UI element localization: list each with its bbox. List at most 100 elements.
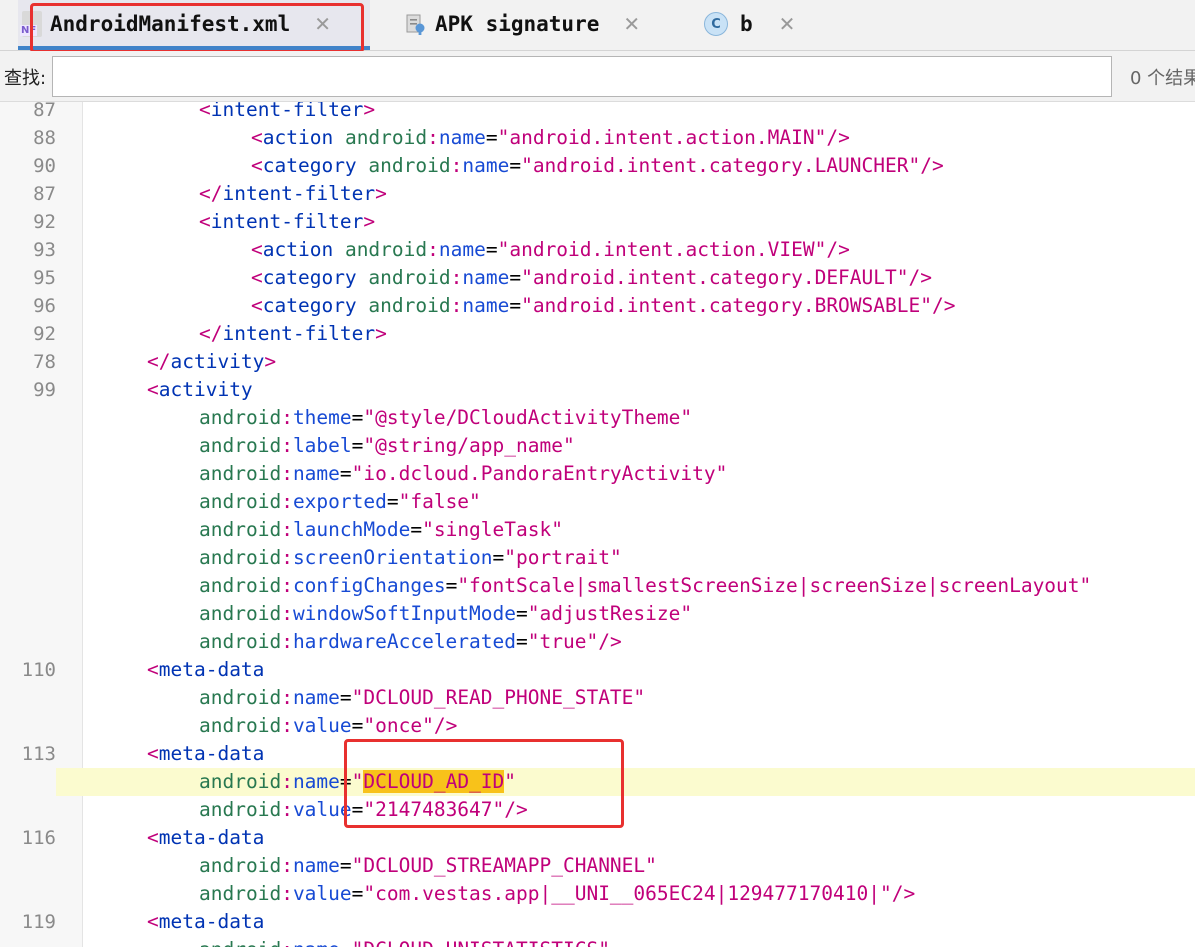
code-line[interactable]: 78 </activity> <box>0 348 1195 376</box>
code-line[interactable]: android:name="DCLOUD_STREAMAPP_CHANNEL" <box>0 852 1195 880</box>
code-token: : <box>427 238 439 261</box>
code-token: : <box>281 462 293 485</box>
code-line[interactable]: 113 <meta-data <box>0 740 1195 768</box>
code-line[interactable]: android:value="2147483647"/> <box>0 796 1195 824</box>
code-token: : <box>281 630 293 653</box>
code-line[interactable]: android:exported="false" <box>0 488 1195 516</box>
code-line[interactable]: 87 </intent-filter> <box>0 180 1195 208</box>
code-token: "DCLOUD_UNISTATISTICS" <box>352 938 610 947</box>
code-token: theme <box>292 406 352 429</box>
code-token: : <box>281 882 293 905</box>
code-line[interactable]: 116 <meta-data <box>0 824 1195 852</box>
tab-b[interactable]: C b ✕ <box>704 0 804 48</box>
code-line[interactable]: 96 <category android:name="android.intent… <box>0 292 1195 320</box>
code-token: /> <box>598 630 622 653</box>
code-token: = <box>410 518 423 541</box>
code-token: > <box>375 322 387 345</box>
code-line[interactable]: android:label="@string/app_name" <box>0 432 1195 460</box>
code-line[interactable]: android:windowSoftInputMode="adjustResiz… <box>0 600 1195 628</box>
line-number: 88 <box>33 127 56 149</box>
code-line[interactable]: 93 <action android:name="android.intent.a… <box>0 236 1195 264</box>
code-text: android:configChanges="fontScale|smalles… <box>199 572 1091 600</box>
code-token: = <box>351 714 364 737</box>
find-bar: 查找: 0 个结果 <box>0 51 1195 102</box>
code-text: android:hardwareAccelerated="true"/> <box>199 628 622 656</box>
code-token: android <box>199 882 282 905</box>
code-line[interactable]: android:configChanges="fontScale|smalles… <box>0 572 1195 600</box>
code-token: "android.intent.action.MAIN" <box>497 126 827 149</box>
code-token: < <box>147 742 159 765</box>
code-token: : <box>281 798 293 821</box>
line-number <box>0 628 56 656</box>
code-line[interactable]: android:screenOrientation="portrait" <box>0 544 1195 572</box>
code-line[interactable]: 99 <activity <box>0 376 1195 404</box>
code-token: "DCLOUD_STREAMAPP_CHANNEL" <box>351 854 657 877</box>
code-token: < <box>147 658 159 681</box>
code-line[interactable]: android:value="once"/> <box>0 712 1195 740</box>
code-token: /> <box>931 294 956 317</box>
code-token: "@string/app_name" <box>363 434 575 457</box>
code-text: android:screenOrientation="portrait" <box>199 544 622 572</box>
code-line[interactable]: android:name="DCLOUD_UNISTATISTICS" <box>0 936 1195 947</box>
xml-file-icon: NF <box>20 11 42 37</box>
line-number <box>0 796 56 824</box>
code-line[interactable]: android:launchMode="singleTask" <box>0 516 1195 544</box>
code-line[interactable]: android:name="io.dcloud.PandoraEntryActi… <box>0 460 1195 488</box>
code-token: android <box>368 266 451 289</box>
code-token: "android.intent.action.VIEW" <box>497 238 827 261</box>
code-text: </intent-filter> <box>199 180 387 208</box>
code-text: <action android:name="android.intent.act… <box>251 124 850 152</box>
line-number: 96 <box>33 295 56 317</box>
code-token: : <box>281 546 293 569</box>
code-token: : <box>281 574 293 597</box>
code-token: name <box>292 462 340 485</box>
code-token: : <box>281 770 293 793</box>
code-line[interactable]: 92 <intent-filter> <box>0 208 1195 236</box>
code-text: android:exported="false" <box>199 488 481 516</box>
line-number <box>0 488 56 516</box>
tab-androidmanifest-xml[interactable]: NF AndroidManifest.xml ✕ <box>18 0 370 50</box>
code-line[interactable]: 119 <meta-data <box>0 908 1195 936</box>
find-input[interactable] <box>52 56 1112 97</box>
code-token: android <box>199 518 282 541</box>
code-line[interactable]: android:name="DCLOUD_AD_ID" <box>0 768 1195 796</box>
code-line[interactable]: 110 <meta-data <box>0 656 1195 684</box>
code-line[interactable]: android:theme="@style/DCloudActivityThem… <box>0 404 1195 432</box>
code-text: <category android:name="android.intent.c… <box>251 152 944 180</box>
code-token: : <box>281 518 293 541</box>
code-line[interactable]: 92 </intent-filter> <box>0 320 1195 348</box>
code-editor[interactable]: 87 <intent-filter> 88 <action android:name=… <box>0 102 1195 947</box>
code-token: = <box>339 462 352 485</box>
code-line[interactable]: android:hardwareAccelerated="true"/> <box>0 628 1195 656</box>
tab-apk-signature[interactable]: APK signature ✕ <box>405 0 665 48</box>
code-token: /> <box>826 126 850 149</box>
editor-tab-bar: NF AndroidManifest.xml ✕ APK signature ✕… <box>0 0 1195 51</box>
line-number: 113 <box>21 743 56 765</box>
code-token: hardwareAccelerated <box>292 630 516 653</box>
code-text: android:name="io.dcloud.PandoraEntryActi… <box>199 460 727 488</box>
close-tab-icon[interactable]: ✕ <box>779 12 796 36</box>
code-text: <meta-data <box>147 908 264 936</box>
code-line[interactable]: android:name="DCLOUD_READ_PHONE_STATE" <box>0 684 1195 712</box>
code-token: = <box>509 266 522 289</box>
code-text: <meta-data <box>147 824 264 852</box>
code-line[interactable]: 87 <intent-filter> <box>0 102 1195 124</box>
code-text: android:name="DCLOUD_READ_PHONE_STATE" <box>199 684 645 712</box>
code-token: value <box>292 714 352 737</box>
code-line[interactable]: 90 <category android:name="android.intent… <box>0 152 1195 180</box>
close-tab-icon[interactable]: ✕ <box>314 12 331 36</box>
close-tab-icon[interactable]: ✕ <box>623 12 640 36</box>
code-line[interactable]: 95 <category android:name="android.intent… <box>0 264 1195 292</box>
code-token: < <box>251 294 263 317</box>
code-text: android:value="2147483647"/> <box>199 796 528 824</box>
code-token: /> <box>891 882 916 905</box>
code-token: name <box>462 266 510 289</box>
code-line[interactable]: 88 <action android:name="android.intent.a… <box>0 124 1195 152</box>
code-text: <category android:name="android.intent.c… <box>251 292 955 320</box>
code-token: "android.intent.category.DEFAULT" <box>521 266 909 289</box>
code-token: "fontScale|smallestScreenSize|screenSize… <box>457 574 1092 597</box>
code-line[interactable]: android:value="com.vestas.app|__UNI__065… <box>0 880 1195 908</box>
code-token: category <box>262 154 357 177</box>
